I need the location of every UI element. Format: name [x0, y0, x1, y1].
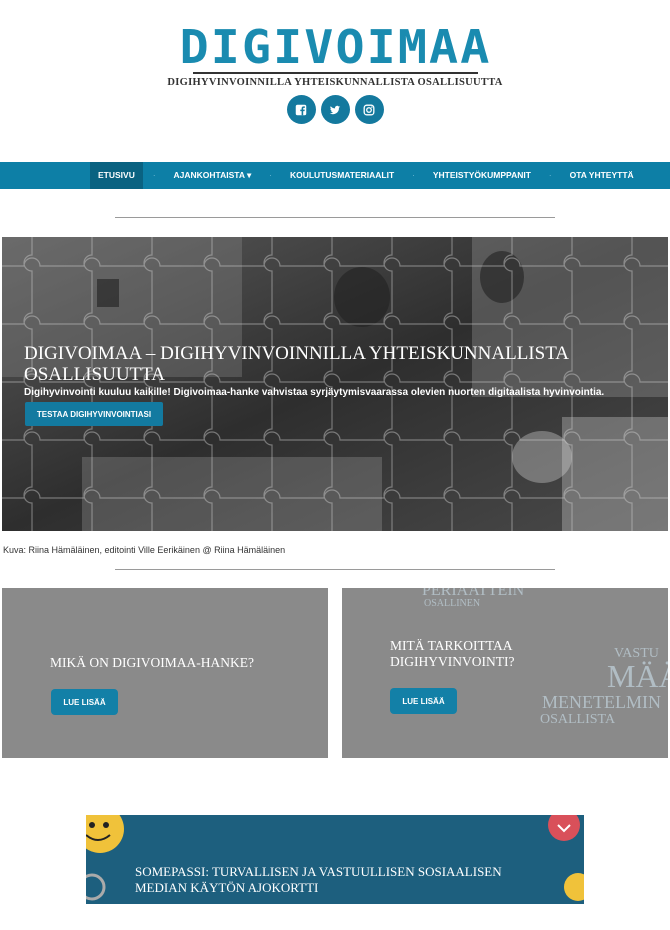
bg-word: OSALLINEN [424, 598, 481, 609]
nav-item-ajankohtaista[interactable]: AJANKOHTAISTA ▾ [166, 162, 260, 189]
somepassi-banner[interactable]: SOMEPASSI: TURVALLISEN JA VASTUULLISEN S… [86, 815, 584, 904]
instagram-icon[interactable] [354, 95, 384, 124]
nav-item-koulutusmateriaalit[interactable]: KOULUTUSMATERIAALIT [282, 162, 402, 189]
nav-item-etusivu[interactable]: ETUSIVU [90, 162, 143, 189]
image-caption: Kuva: Riina Hämäläinen, editointi Ville … [3, 545, 286, 555]
social-links [0, 95, 670, 124]
somepassi-title: SOMEPASSI: TURVALLISEN JA VASTUULLISEN S… [135, 864, 502, 895]
card-digivoimaa[interactable]: MIKÄ ON DIGIVOIMAA-HANKE? LUE LISÄÄ [2, 588, 328, 758]
read-more-button[interactable]: LUE LISÄÄ [390, 688, 457, 714]
bg-word: OSALLISTA [540, 712, 616, 727]
card-digihyvinvointi[interactable]: PERIAATTEIN OSALLINEN VASTU MÄÄ MENETELM… [342, 588, 668, 758]
bg-word: MENETELMIN [542, 692, 661, 712]
card-title: MIKÄ ON DIGIVOIMAA-HANKE? [50, 655, 254, 670]
nav-item-yhteistyokumppanit[interactable]: YHTEISTYÖKUMPPANIT [425, 162, 539, 189]
nav-separator: · [412, 171, 415, 180]
nav-item-ota-yhteytta[interactable]: OTA YHTEYTTÄ [562, 162, 642, 189]
twitter-icon[interactable] [320, 95, 350, 124]
read-more-button[interactable]: LUE LISÄÄ [51, 689, 118, 715]
hero-banner: DIGIVOIMAA – DIGIHYVINVOINNILLA YHTEISKU… [2, 237, 668, 531]
divider [115, 217, 555, 218]
divider [115, 569, 555, 570]
nav-separator: · [269, 171, 272, 180]
nav-separator: · [548, 171, 552, 180]
nav-separator: · [152, 171, 156, 180]
facebook-icon[interactable] [286, 95, 316, 124]
main-nav: ETUSIVU · AJANKOHTAISTA ▾ · KOULUTUSMATE… [0, 162, 670, 189]
card-title: MITÄ TARKOITTAA DIGIHYVINVOINTI? [390, 638, 515, 669]
logo-subtitle: DIGIHYVINVOINNILLA YHTEISKUNNALLISTA OSA… [167, 77, 503, 88]
hero-lead: Digihyvinvointi kuuluu kaikille! Digivoi… [24, 387, 605, 398]
bg-word: MÄÄ [607, 658, 668, 694]
test-wellbeing-button[interactable]: TESTAA DIGIHYVINVOINTIASI [25, 402, 163, 426]
hero-title: DIGIVOIMAA – DIGIHYVINVOINNILLA YHTEISKU… [24, 343, 568, 385]
site-logo[interactable]: DIGIVOIMAA DIGIHYVINVOINNILLA YHTEISKUNN… [0, 24, 670, 88]
logo-title: DIGIVOIMAA [179, 20, 491, 74]
